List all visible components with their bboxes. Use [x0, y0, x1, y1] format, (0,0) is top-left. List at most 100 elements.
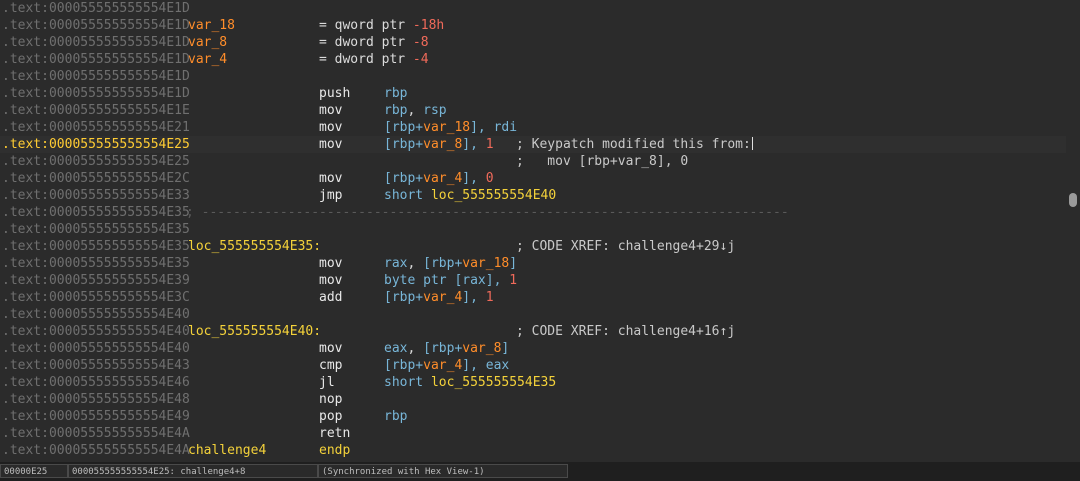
operand-token: eax — [485, 358, 510, 373]
line-address: .text:000055555555554E39 — [2, 273, 190, 288]
instruction-operands: [rbp+var_4], eax — [384, 357, 509, 374]
code-label[interactable]: challenge4 — [188, 442, 266, 459]
instruction-mnemonic: mov — [319, 341, 343, 356]
line-address: .text:000055555555554E25 — [2, 154, 190, 169]
instruction-mnemonic: jl — [319, 375, 335, 390]
line-address: .text:000055555555554E48 — [2, 392, 190, 407]
listing-line[interactable]: .text:000055555555554E40 mov eax, [rbp+var… — [0, 340, 1066, 357]
section-separator: ; --------------------------------------… — [186, 205, 789, 220]
listing-line[interactable]: .text:000055555555554E39 mov byte ptr [rax… — [0, 272, 1066, 289]
instruction-operands: [rbp+var_4], 1 — [384, 289, 494, 306]
listing-line[interactable]: .text:000055555555554E33 jmp short loc_555… — [0, 187, 1066, 204]
stack-variable-name[interactable]: var_8 — [188, 34, 227, 51]
operand-variable[interactable]: var_4 — [423, 171, 462, 186]
stack-variable-name[interactable]: var_4 — [188, 51, 227, 68]
listing-line[interactable]: .text:000055555555554E46 jl short loc_5555… — [0, 374, 1066, 391]
listing-line[interactable]: .text:000055555555554E35; --------------… — [0, 204, 1066, 221]
listing-line[interactable]: .text:000055555555554E49 pop rbp — [0, 408, 1066, 425]
instruction-operands: byte ptr [rax], 1 — [384, 272, 517, 289]
operand-variable[interactable]: var_8 — [423, 137, 462, 152]
comment-text: ; Keypatch modified this from: — [516, 137, 751, 152]
definition-type: = dword ptr — [319, 35, 406, 50]
listing-line[interactable]: .text:000055555555554E2C mov [rbp+var_4], … — [0, 170, 1066, 187]
instruction-operands: [rbp+var_8], 1 — [384, 136, 494, 153]
operand-variable[interactable]: var_18 — [423, 120, 470, 135]
instruction-operands: eax, [rbp+var_8] — [384, 340, 509, 357]
instruction-mnemonic: mov — [319, 120, 343, 135]
operand-variable[interactable]: var_8 — [462, 341, 501, 356]
listing-line[interactable]: .text:000055555555554E3C add [rbp+var_4], … — [0, 289, 1066, 306]
operand-token: rdi — [493, 120, 518, 135]
operand-token: [rbp+ — [384, 358, 424, 373]
listing-line[interactable]: .text:000055555555554E1D — [0, 0, 1066, 17]
instruction-operands: [rbp+var_18], rdi — [384, 119, 517, 136]
operand-token: [rbp+ — [423, 256, 463, 271]
operand-token: [rbp+ — [384, 171, 424, 186]
listing-line[interactable]: .text:000055555555554E35 mov rax, [rbp+var… — [0, 255, 1066, 272]
line-address: .text:000055555555554E40 — [2, 307, 190, 322]
vertical-scrollbar[interactable] — [1066, 0, 1080, 462]
instruction-mnemonic: mov — [319, 171, 343, 186]
jump-target-label[interactable]: loc_555555554E35 — [431, 375, 556, 390]
operand-token: 1 — [485, 137, 494, 152]
listing-line[interactable]: .text:000055555555554E1D var_4 = dword ptr… — [0, 51, 1066, 68]
proc-end-directive: endp — [319, 443, 351, 458]
status-sync: (Synchronized with Hex View-1) — [318, 464, 568, 478]
comment-text: ; CODE XREF: challenge4+16↑j — [516, 324, 736, 339]
definition-offset: -18h — [412, 18, 445, 33]
status-file-offset: 00000E25 — [0, 464, 68, 478]
instruction-mnemonic: jmp — [319, 188, 343, 203]
operand-token: [rbp+ — [384, 137, 424, 152]
scroll-thumb[interactable] — [1069, 193, 1077, 207]
operand-token: 0 — [485, 171, 494, 186]
operand-token: , — [407, 103, 424, 118]
listing-line[interactable]: .text:000055555555554E1D var_8 = dword ptr… — [0, 34, 1066, 51]
operand-variable[interactable]: var_18 — [462, 256, 509, 271]
listing-line[interactable]: .text:000055555555554E1E mov rbp, rsp — [0, 102, 1066, 119]
line-address: .text:000055555555554E25 — [2, 137, 190, 152]
listing-line[interactable]: .text:000055555555554E43 cmp [rbp+var_4], … — [0, 357, 1066, 374]
stack-variable-name[interactable]: var_18 — [188, 17, 235, 34]
operand-token: ] — [501, 341, 510, 356]
listing-line[interactable]: .text:000055555555554E48 nop — [0, 391, 1066, 408]
line-address: .text:000055555555554E35 — [2, 205, 190, 220]
listing-line[interactable]: .text:000055555555554E25 ; mov [rbp+var_8… — [0, 153, 1066, 170]
listing-line[interactable]: .text:000055555555554E4A retn — [0, 425, 1066, 442]
line-address: .text:000055555555554E1E — [2, 103, 190, 118]
line-comment: ; CODE XREF: challenge4+29↓j — [516, 238, 735, 255]
jump-target-label[interactable]: loc_555555554E40 — [431, 188, 556, 203]
operand-token: eax — [384, 341, 408, 356]
instruction-operands: rax, [rbp+var_18] — [384, 255, 517, 272]
listing-line[interactable]: .text:000055555555554E40 — [0, 306, 1066, 323]
listing-line[interactable]: .text:000055555555554E21 mov [rbp+var_18],… — [0, 119, 1066, 136]
listing-line-current[interactable]: .text:000055555555554E25 mov [rbp+var_8], … — [0, 136, 1066, 153]
operand-variable[interactable]: var_4 — [423, 290, 462, 305]
operand-token: rbp — [384, 103, 408, 118]
instruction-operands: short loc_555555554E40 — [384, 187, 556, 204]
text-cursor — [751, 137, 753, 150]
instruction-operands: rbp — [384, 85, 407, 102]
operand-token: ], — [462, 171, 486, 186]
code-label[interactable]: loc_555555554E40: — [188, 323, 321, 340]
listing-line[interactable]: .text:000055555555554E40 loc_555555554E40… — [0, 323, 1066, 340]
definition-type: = dword ptr — [319, 52, 406, 67]
line-address: .text:000055555555554E46 — [2, 375, 190, 390]
listing-line[interactable]: .text:000055555555554E35 loc_555555554E35… — [0, 238, 1066, 255]
line-comment: ; CODE XREF: challenge4+16↑j — [516, 323, 735, 340]
code-label[interactable]: loc_555555554E35: — [188, 238, 321, 255]
line-address: .text:000055555555554E1D — [2, 18, 190, 33]
listing-line[interactable]: .text:000055555555554E35 — [0, 221, 1066, 238]
line-address: .text:000055555555554E1D — [2, 1, 190, 16]
line-address: .text:000055555555554E35 — [2, 256, 190, 271]
operand-token: short — [384, 375, 431, 390]
listing-line[interactable]: .text:000055555555554E1D push rbp — [0, 85, 1066, 102]
status-bar: 00000E25 000055555555554E25: challenge4+… — [0, 462, 1080, 481]
operand-variable[interactable]: var_4 — [423, 358, 462, 373]
operand-token: , — [407, 341, 424, 356]
listing-line[interactable]: .text:000055555555554E1D var_18 = qword pt… — [0, 17, 1066, 34]
listing-line[interactable]: .text:000055555555554E1D — [0, 68, 1066, 85]
line-address: .text:000055555555554E35 — [2, 239, 190, 254]
listing-line[interactable]: .text:000055555555554E4A challenge4 endp — [0, 442, 1066, 459]
disassembly-listing[interactable]: .text:000055555555554E1D .text:0000555555… — [0, 0, 1066, 462]
comment-text: ; mov [rbp+var_8], 0 — [516, 154, 689, 169]
